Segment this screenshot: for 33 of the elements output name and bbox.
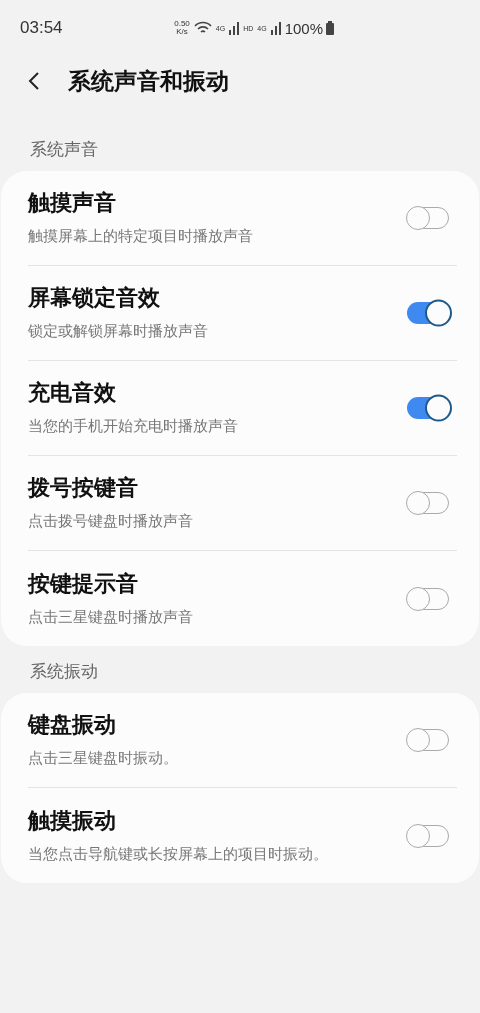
battery-icon — [326, 21, 334, 35]
signal-icon — [270, 21, 281, 35]
clock: 03:54 — [20, 18, 63, 38]
battery-percent: 100% — [284, 19, 323, 37]
section-header: 系统振动 — [29, 660, 99, 683]
setting-title: 充电音效 — [28, 378, 117, 407]
toggle-switch[interactable] — [407, 397, 449, 419]
setting-title: 拨号按键音 — [28, 473, 139, 502]
setting-title: 按键提示音 — [28, 568, 139, 598]
toggle-switch[interactable] — [407, 824, 449, 847]
toggle-switch[interactable] — [407, 302, 449, 324]
setting-description: 当您的手机开始充电时播放声音 — [28, 416, 239, 437]
setting-title: 触摸振动 — [28, 805, 117, 835]
setting-title: 触摸声音 — [28, 188, 117, 217]
setting-description: 触摸屏幕上的特定项目时播放声音 — [28, 226, 254, 247]
setting-title: 键盘振动 — [28, 710, 117, 739]
setting-description: 当您点击导航键或长按屏幕上的项目时振动。 — [28, 843, 329, 865]
speed-value: 0.50 — [174, 20, 190, 28]
section-header: 系统声音 — [29, 138, 99, 161]
toggle-switch[interactable] — [407, 492, 449, 514]
signal-icon — [229, 21, 240, 35]
setting-title: 屏幕锁定音效 — [28, 283, 161, 312]
setting-description: 点击三星键盘时播放声音 — [28, 606, 194, 628]
speed-unit: K/s — [176, 28, 188, 36]
setting-description: 点击三星键盘时振动。 — [28, 748, 179, 769]
page-title: 系统声音和振动 — [68, 65, 229, 96]
back-icon — [28, 71, 40, 91]
wifi-icon — [193, 21, 212, 35]
setting-description: 锁定或解锁屏幕时播放声音 — [28, 321, 209, 342]
toggle-switch[interactable] — [407, 729, 449, 751]
toggle-switch[interactable] — [407, 587, 449, 610]
setting-description: 点击拨号键盘时播放声音 — [28, 511, 194, 532]
toggle-switch[interactable] — [407, 207, 449, 229]
